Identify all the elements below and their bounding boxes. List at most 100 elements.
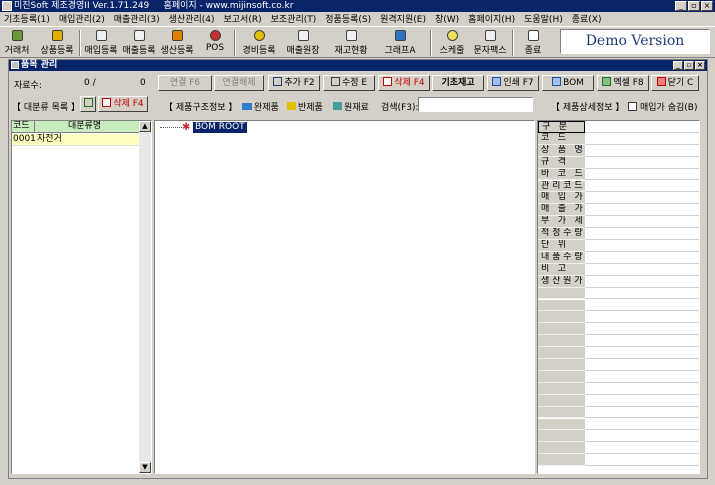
unlink-button[interactable]: 연결해제 — [214, 75, 264, 91]
printer-icon — [492, 77, 502, 86]
child-restore-button[interactable]: ▫ — [684, 61, 694, 70]
product-icon — [51, 30, 63, 41]
detail-empty-label — [538, 311, 585, 324]
menu-aux[interactable]: 보조관리(T) — [271, 12, 317, 25]
folder-icon — [242, 103, 252, 110]
col-name-header: 대분류명 — [68, 121, 102, 131]
category-list-panel — [11, 120, 152, 474]
tool-schedule[interactable]: 스케줄 — [437, 29, 467, 57]
raw-material-filter[interactable]: 원재료 — [333, 100, 369, 113]
tree-node-icon: ✱ — [182, 122, 191, 133]
base-stock-button[interactable]: 기초재고 — [432, 75, 484, 91]
detail-field-value[interactable] — [585, 169, 699, 181]
category-delete-button[interactable]: 삭제 F4 — [98, 96, 148, 112]
detail-field-value[interactable] — [585, 276, 699, 288]
menu-remote[interactable]: 원격지원(E) — [380, 12, 426, 25]
minus-icon — [383, 77, 393, 86]
menu-register[interactable]: 정품등록(S) — [325, 12, 371, 25]
tool-sales-ledger[interactable]: 매출원장 — [284, 29, 322, 57]
category-scrollbar[interactable]: ▲ ▼ — [139, 121, 151, 473]
bom-button[interactable]: BOM — [542, 75, 594, 91]
tool-customer[interactable]: 거래처 — [2, 29, 32, 57]
tree-root-node[interactable]: BOM ROOT — [193, 122, 247, 133]
toolbar-separator — [79, 30, 81, 56]
detail-empty-value — [585, 311, 699, 324]
message-icon — [484, 30, 496, 41]
tool-exit[interactable]: 종료 — [521, 29, 545, 57]
material-icon — [333, 102, 342, 110]
tool-pos[interactable]: POS — [203, 29, 227, 57]
search-label: 검색(F3): — [381, 103, 419, 113]
detail-empty-value — [585, 347, 699, 359]
tool-product[interactable]: 상품등록 — [38, 29, 76, 57]
menu-exit[interactable]: 종료(X) — [572, 12, 602, 25]
print-button[interactable]: 인쇄 F7 — [487, 75, 539, 91]
purchase-icon — [95, 30, 107, 41]
detail-field-value[interactable] — [585, 252, 699, 264]
scroll-down-icon[interactable]: ▼ — [139, 462, 151, 473]
child-minimize-button[interactable]: _ — [673, 61, 683, 70]
sales-icon — [133, 30, 145, 41]
tool-expense[interactable]: 경비등록 — [240, 29, 278, 57]
record-count-total: 0 — [140, 78, 146, 88]
detail-field-value[interactable] — [585, 157, 699, 169]
tool-purchase[interactable]: 매입등록 — [83, 29, 119, 57]
menu-sales[interactable]: 매출관리(3) — [114, 12, 160, 25]
customer-icon — [11, 30, 23, 41]
edit-button[interactable]: 수정 E — [323, 75, 375, 91]
link-button[interactable]: 연결 F6 — [158, 75, 212, 91]
excel-button[interactable]: 엑셀 F8 — [597, 75, 649, 91]
category-grid-header: 코드 대분류명 — [12, 121, 139, 133]
hide-price-checkbox[interactable]: 매입가 숨김(B) — [628, 100, 697, 113]
child-close-button[interactable]: × — [695, 61, 705, 70]
detail-empty-value — [585, 442, 699, 455]
restore-button[interactable]: ▫ — [688, 1, 700, 11]
menu-purchase[interactable]: 매입관리(2) — [59, 12, 105, 25]
finished-goods-filter[interactable]: 완제품 — [242, 100, 279, 113]
menu-help[interactable]: 도움말(H) — [524, 12, 563, 25]
detail-field-value[interactable] — [585, 264, 699, 276]
detail-field-value[interactable] — [585, 228, 699, 240]
detail-empty-value — [585, 300, 699, 312]
tool-sales[interactable]: 매출등록 — [121, 29, 157, 57]
toolbar-separator — [512, 30, 514, 56]
scroll-up-icon[interactable]: ▲ — [139, 121, 151, 132]
detail-field-value[interactable] — [585, 204, 699, 217]
detail-field-label: 코 드 — [538, 132, 585, 145]
delete-button[interactable]: 삭제 F4 — [378, 75, 430, 91]
detail-field-value[interactable] — [585, 181, 699, 193]
detail-field-value[interactable] — [585, 145, 699, 157]
menu-window[interactable]: 창(W) — [435, 12, 459, 25]
menu-reports[interactable]: 보고서(R) — [224, 12, 262, 25]
menu-production[interactable]: 생산관리(4) — [169, 12, 215, 25]
tool-graph[interactable]: 그래프A — [381, 29, 419, 57]
detail-empty-label — [538, 406, 585, 419]
close-button[interactable]: × — [701, 1, 713, 11]
tool-production[interactable]: 생산등록 — [159, 29, 195, 57]
detail-field-value[interactable] — [585, 216, 699, 229]
detail-field-label: 매 출 가 — [538, 204, 585, 217]
toolbar-separator — [234, 30, 236, 56]
semi-goods-filter[interactable]: 반제품 — [287, 100, 323, 113]
child-title-bar: 품목 관리 _ ▫ × — [9, 60, 707, 71]
detail-field-value[interactable] — [585, 133, 699, 145]
tool-stock[interactable]: 재고현황 — [332, 29, 370, 57]
minimize-button[interactable]: _ — [675, 1, 687, 11]
search-input[interactable] — [418, 97, 533, 112]
detail-field-value[interactable] — [585, 240, 699, 252]
refresh-button[interactable] — [80, 96, 96, 112]
menu-homepage[interactable]: 홈페이지(H) — [468, 12, 515, 25]
detail-field-label: 적정수량 — [538, 228, 585, 240]
detail-empty-value — [585, 323, 699, 336]
clock-icon — [446, 30, 458, 41]
detail-field-value[interactable] — [585, 192, 699, 205]
menu-bar: 기초등록(1) 매입관리(2) 매출관리(3) 생산관리(4) 보고서(R) 보… — [0, 12, 715, 25]
tool-sms-fax[interactable]: 문자팩스 — [472, 29, 508, 57]
close-window-button[interactable]: 닫기 C — [651, 75, 699, 91]
detail-field-value[interactable] — [585, 121, 699, 133]
table-row[interactable]: 0001 자전거 — [12, 134, 139, 146]
row-code: 0001 — [13, 134, 36, 144]
bom-icon — [552, 77, 562, 86]
menu-basic[interactable]: 기초등록(1) — [4, 12, 50, 25]
add-button[interactable]: 추가 F2 — [268, 75, 320, 91]
